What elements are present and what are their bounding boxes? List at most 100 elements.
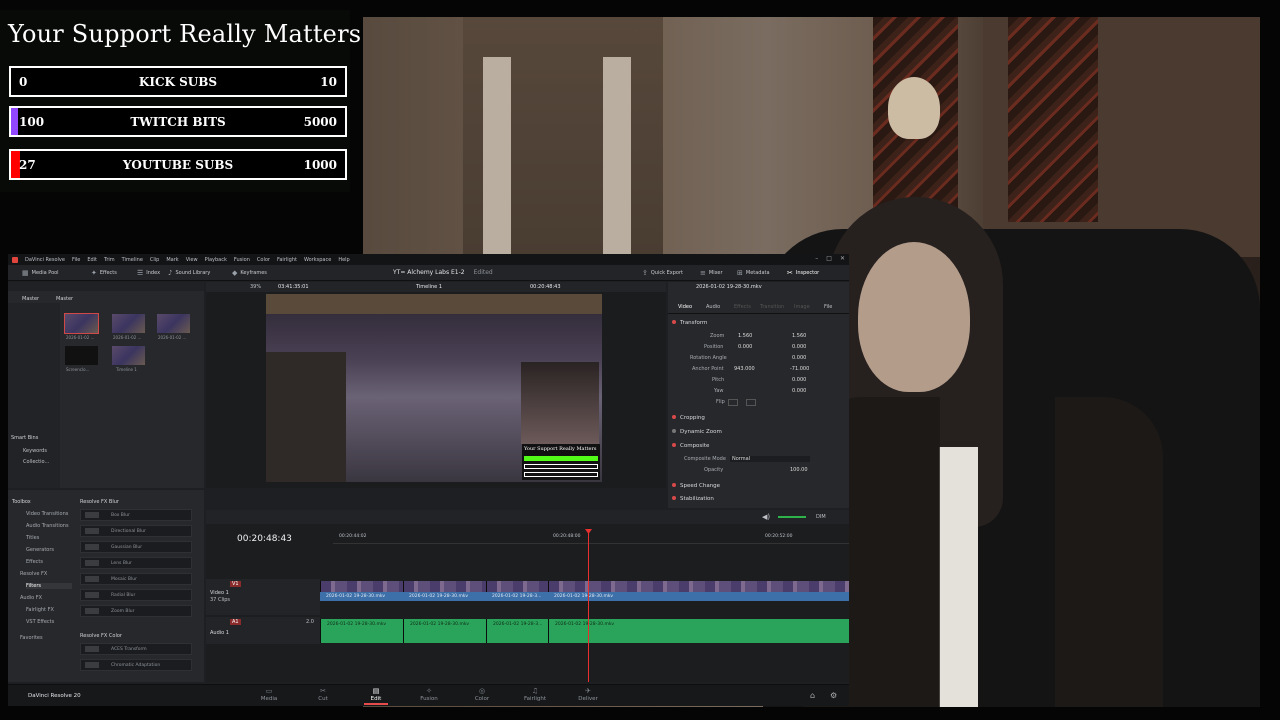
media-clip-thumbnail[interactable] — [112, 314, 145, 333]
volume-slider[interactable] — [778, 516, 806, 518]
inspector-tab-transition[interactable]: Transition — [760, 304, 784, 310]
menu-edit[interactable]: Edit — [87, 257, 97, 263]
fx-tree-video-transitions[interactable]: Video Transitions — [26, 511, 68, 517]
keyframes-toggle[interactable]: ◆ Keyframes — [232, 269, 267, 277]
fx-tree-filters[interactable]: Filters — [26, 583, 72, 589]
smart-bin-keywords[interactable]: Keywords — [23, 448, 47, 454]
fx-item[interactable]: Radial Blur — [80, 589, 192, 601]
media-clip-thumbnail[interactable] — [64, 313, 99, 334]
zoom-x-value[interactable]: 1.560 — [738, 333, 752, 339]
fx-tree-audio-transitions[interactable]: Audio Transitions — [26, 523, 69, 529]
minimize-button[interactable]: – — [815, 255, 818, 262]
metadata-toggle[interactable]: ⊞ Metadata — [737, 269, 770, 277]
timeline-ruler[interactable]: 00:20:44:02 00:20:48:00 00:20:52:00 — [333, 530, 849, 544]
fx-item[interactable]: ACES Transform — [80, 643, 192, 655]
fx-tree-toolbox[interactable]: Toolbox — [12, 499, 31, 505]
inspector-toggle[interactable]: ✂ Inspector — [787, 269, 819, 277]
audio-clip[interactable]: 2026-01-02 19-28-30.mkv — [403, 619, 486, 643]
mixer-toggle[interactable]: ≡ Mixer — [700, 269, 723, 277]
audio-clip[interactable]: 2026-01-02 19-28-3... — [486, 619, 548, 643]
rotation-value[interactable]: 0.000 — [792, 355, 806, 361]
media-clip-thumbnail[interactable] — [157, 314, 190, 333]
menu-clip[interactable]: Clip — [150, 257, 159, 263]
menu-timeline[interactable]: Timeline — [122, 257, 143, 263]
fx-item[interactable]: Lens Blur — [80, 557, 192, 569]
menu-fairlight[interactable]: Fairlight — [277, 257, 297, 263]
section-stabilization[interactable]: Stabilization — [672, 496, 714, 502]
pitch-value[interactable]: 0.000 — [792, 377, 806, 383]
media-clip-thumbnail[interactable] — [65, 346, 98, 365]
track-v1-tag[interactable]: V1 — [230, 581, 241, 587]
fx-tree-resolve-fx[interactable]: Resolve FX — [20, 571, 47, 577]
anchor-x-value[interactable]: 943.000 — [734, 366, 755, 372]
page-edit[interactable]: ▤ Edit — [356, 687, 396, 705]
enable-dot-icon[interactable] — [672, 483, 676, 487]
menu-app-name[interactable]: DaVinci Resolve — [25, 257, 65, 263]
flip-horizontal-button[interactable] — [728, 399, 738, 406]
section-dynamic-zoom[interactable]: Dynamic Zoom — [672, 429, 722, 435]
video-clip[interactable] — [403, 581, 486, 592]
bin-master[interactable]: Master — [22, 296, 39, 302]
page-media[interactable]: ▭ Media — [249, 687, 289, 702]
flip-vertical-button[interactable] — [746, 399, 756, 406]
timeline-selector[interactable]: Timeline 1 — [416, 284, 442, 290]
fx-tree-audio-fx[interactable]: Audio FX — [20, 595, 42, 601]
fx-item[interactable]: Directional Blur — [80, 525, 192, 537]
inspector-tab-file[interactable]: File — [824, 304, 832, 310]
menu-color[interactable]: Color — [257, 257, 270, 263]
gear-icon[interactable]: ⚙ — [830, 691, 837, 700]
enable-dot-icon[interactable] — [672, 429, 676, 433]
inspector-tab-effects[interactable]: Effects — [734, 304, 751, 310]
page-color[interactable]: ◎ Color — [462, 687, 502, 702]
video-clip[interactable] — [320, 581, 403, 592]
fx-tree-favorites[interactable]: Favorites — [20, 635, 43, 641]
timeline-thumbnail[interactable] — [112, 346, 145, 365]
fx-tree-fairlight-fx[interactable]: Fairlight FX — [26, 607, 54, 613]
section-transform[interactable]: Transform — [672, 320, 707, 326]
fx-item[interactable]: Zoom Blur — [80, 605, 192, 617]
page-cut[interactable]: ✂ Cut — [303, 687, 343, 702]
inspector-tab-audio[interactable]: Audio — [706, 304, 720, 310]
menu-fusion[interactable]: Fusion — [234, 257, 250, 263]
video-clip[interactable] — [486, 581, 548, 592]
media-pool-toggle[interactable]: ▦ Media Pool — [22, 269, 59, 277]
fx-tree-generators[interactable]: Generators — [26, 547, 54, 553]
playhead[interactable] — [588, 530, 589, 682]
section-composite[interactable]: Composite — [672, 443, 709, 449]
program-monitor[interactable]: Your Support Really Matters — [266, 294, 602, 482]
menu-playback[interactable]: Playback — [205, 257, 227, 263]
menu-file[interactable]: File — [72, 257, 80, 263]
inspector-tab-image[interactable]: Image — [794, 304, 810, 310]
quick-export-button[interactable]: ⇪ Quick Export — [642, 269, 683, 277]
effects-toggle[interactable]: ✦ Effects — [91, 269, 117, 277]
enable-dot-icon[interactable] — [672, 443, 676, 447]
enable-dot-icon[interactable] — [672, 496, 676, 500]
position-x-value[interactable]: 0.000 — [738, 344, 752, 350]
section-speed-change[interactable]: Speed Change — [672, 483, 720, 489]
menu-workspace[interactable]: Workspace — [304, 257, 331, 263]
close-button[interactable]: ✕ — [840, 255, 845, 262]
composite-mode-select[interactable]: Normal — [730, 456, 810, 462]
yaw-value[interactable]: 0.000 — [792, 388, 806, 394]
menu-help[interactable]: Help — [338, 257, 349, 263]
smart-bin-collections[interactable]: Collectio... — [23, 459, 49, 465]
sound-library-toggle[interactable]: ♪ Sound Library — [168, 269, 210, 277]
section-cropping[interactable]: Cropping — [672, 415, 705, 421]
fx-item[interactable]: Mosaic Blur — [80, 573, 192, 585]
index-toggle[interactable]: ☰ Index — [137, 269, 160, 277]
menu-trim[interactable]: Trim — [104, 257, 115, 263]
inspector-tab-video[interactable]: Video — [678, 304, 692, 310]
fx-tree-effects[interactable]: Effects — [26, 559, 43, 565]
viewer-zoom[interactable]: 39% — [250, 284, 261, 290]
fx-item[interactable]: Gaussian Blur — [80, 541, 192, 553]
fx-item[interactable]: Chromatic Adaptation — [80, 659, 192, 671]
page-fairlight[interactable]: ♫ Fairlight — [515, 687, 555, 702]
fx-tree-titles[interactable]: Titles — [26, 535, 39, 541]
maximize-button[interactable]: □ — [826, 255, 832, 262]
fx-tree-vst-effects[interactable]: VST Effects — [26, 619, 54, 625]
opacity-value[interactable]: 100.00 — [790, 467, 808, 473]
position-y-value[interactable]: 0.000 — [792, 344, 806, 350]
home-icon[interactable]: ⌂ — [810, 691, 815, 700]
menu-mark[interactable]: Mark — [166, 257, 178, 263]
enable-dot-icon[interactable] — [672, 415, 676, 419]
